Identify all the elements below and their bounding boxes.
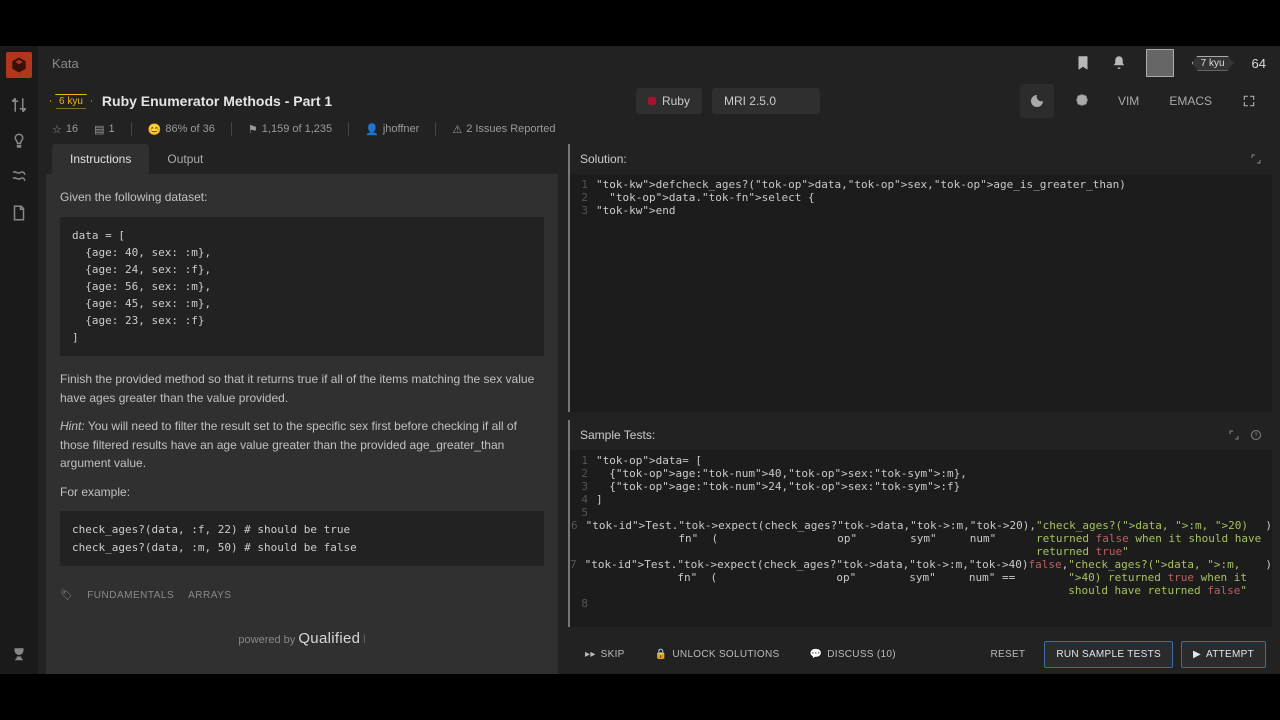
runtime-label: MRI 2.5.0: [724, 94, 776, 108]
tab-output[interactable]: Output: [149, 144, 221, 174]
completion: ⚑ 1,159 of 1,235: [248, 123, 332, 136]
freestyle-icon[interactable]: [10, 168, 28, 186]
practice-icon[interactable]: [10, 132, 28, 150]
expand-icon[interactable]: [1250, 153, 1262, 165]
kata-stats: ☆ 16 ▤ 1 😊 86% of 36 ⚑ 1,159 of 1,235 👤 …: [38, 118, 1280, 144]
unlock-button[interactable]: 🔒 UNLOCK SOLUTIONS: [644, 642, 791, 667]
run-tests-button[interactable]: RUN SAMPLE TESTS: [1044, 641, 1173, 668]
leaderboard-icon[interactable]: [10, 646, 28, 664]
solution-editor[interactable]: 1"tok-kw">def check_ages?("tok-op">data,…: [570, 174, 1272, 412]
instr-code2: check_ages?(data, :f, 22) # should be tr…: [60, 511, 544, 565]
powered-by: powered by Qualified ⦚: [60, 627, 544, 650]
collections-count[interactable]: ▤ 1: [94, 123, 115, 136]
bookmark-icon[interactable]: [1074, 54, 1092, 72]
tag-arrays[interactable]: ARRAYS: [188, 588, 231, 604]
tag-fundamentals[interactable]: FUNDAMENTALS: [87, 588, 174, 604]
avatar[interactable]: [1146, 49, 1174, 77]
kata-kyu-badge: 6 kyu: [50, 94, 92, 109]
instructions-panel: Given the following dataset: data = [ {a…: [46, 174, 558, 674]
attempt-button[interactable]: ▶ ATTEMPT: [1181, 641, 1266, 668]
tag-icon: 🏷: [60, 588, 73, 604]
svg-text:?: ?: [1254, 433, 1258, 439]
breadcrumb[interactable]: Kata: [52, 56, 79, 71]
user-points: 64: [1252, 56, 1266, 71]
language-select[interactable]: Ruby: [636, 88, 702, 114]
theme-toggle[interactable]: [1020, 84, 1054, 118]
site-logo[interactable]: [6, 52, 32, 78]
instr-p2: Finish the provided method so that it re…: [60, 370, 544, 407]
instr-p1: Given the following dataset:: [60, 188, 544, 207]
instr-hint: Hint: You will need to filter the result…: [60, 417, 544, 473]
language-label: Ruby: [662, 94, 690, 108]
fullscreen-icon[interactable]: [1232, 84, 1266, 118]
satisfaction: 😊 86% of 36: [148, 123, 215, 136]
tests-panel: Sample Tests: ? 1"tok-op">data = [2 {"to…: [568, 420, 1272, 627]
compare-icon[interactable]: [10, 96, 28, 114]
runtime-select[interactable]: MRI 2.5.0: [712, 88, 820, 114]
expand-tests-icon[interactable]: [1228, 429, 1240, 441]
tests-label: Sample Tests:: [580, 428, 655, 442]
instr-p4: For example:: [60, 483, 544, 502]
skip-button[interactable]: ▸▸ SKIP: [574, 642, 636, 667]
author[interactable]: 👤 jhoffner: [365, 123, 419, 136]
issues[interactable]: ⚠ 2 Issues Reported: [452, 123, 555, 136]
solution-label: Solution:: [580, 152, 627, 166]
docs-icon[interactable]: [10, 204, 28, 222]
left-rail: [0, 46, 38, 674]
discuss-button[interactable]: 💬 DISCUSS (10): [798, 642, 906, 667]
help-icon[interactable]: ?: [1250, 429, 1262, 441]
bell-icon[interactable]: [1110, 54, 1128, 72]
topbar: Kata 7 kyu 64: [38, 46, 1280, 80]
settings-icon[interactable]: [1064, 84, 1098, 118]
tab-instructions[interactable]: Instructions: [52, 144, 149, 174]
action-bar: ▸▸ SKIP 🔒 UNLOCK SOLUTIONS 💬 DISCUSS (10…: [568, 635, 1272, 674]
editor-toolbar: Ruby MRI 2.5.0 VIM EMACS: [636, 84, 1266, 118]
user-kyu-badge: 7 kyu: [1192, 56, 1234, 71]
tests-editor[interactable]: 1"tok-op">data = [2 {"tok-op">age: "tok-…: [570, 450, 1272, 627]
emacs-toggle[interactable]: EMACS: [1159, 86, 1222, 116]
ruby-icon: [648, 97, 656, 105]
instr-code1: data = [ {age: 40, sex: :m}, {age: 24, s…: [60, 217, 544, 356]
stars-count[interactable]: ☆ 16: [52, 123, 78, 136]
reset-button[interactable]: RESET: [979, 641, 1036, 668]
vim-toggle[interactable]: VIM: [1108, 86, 1149, 116]
solution-panel: Solution: 1"tok-kw">def check_ages?("tok…: [568, 144, 1272, 412]
kata-title: Ruby Enumerator Methods - Part 1: [102, 93, 332, 109]
